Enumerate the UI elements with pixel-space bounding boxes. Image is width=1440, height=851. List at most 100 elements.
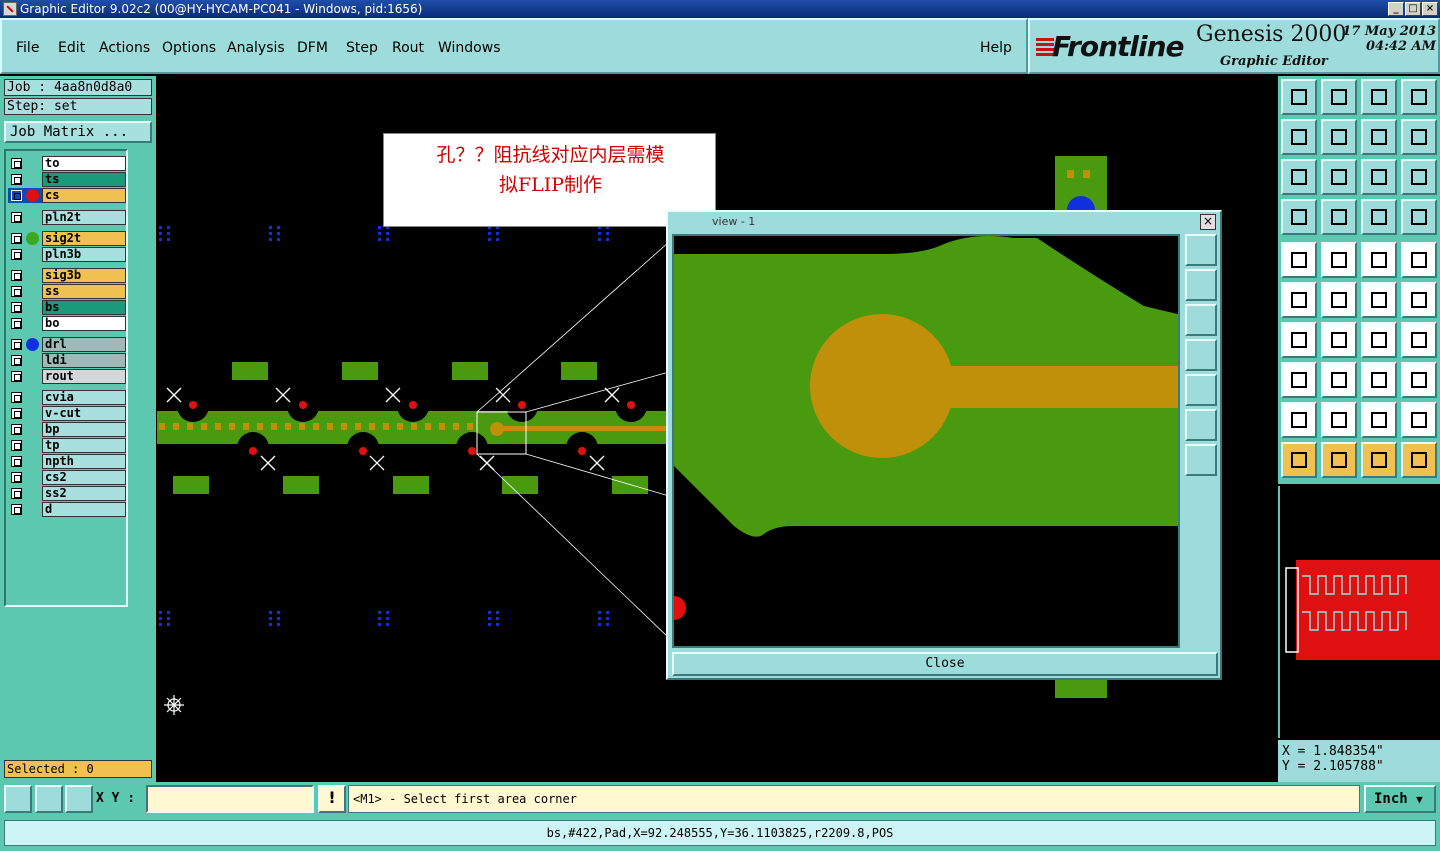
- line-edit-icon[interactable]: [1321, 322, 1357, 358]
- help-icon[interactable]: [1401, 159, 1437, 195]
- move-left-icon[interactable]: [1281, 119, 1317, 155]
- close-feature-icon[interactable]: [1321, 282, 1357, 318]
- menu-file[interactable]: File: [16, 40, 39, 56]
- grid-icon[interactable]: [1321, 199, 1357, 235]
- line-add-icon[interactable]: [1321, 242, 1357, 278]
- layer-checkbox[interactable]: [11, 424, 22, 435]
- view-tool-pan-down-icon[interactable]: [1185, 304, 1217, 336]
- layer-row-to[interactable]: to: [8, 156, 126, 171]
- menu-edit[interactable]: Edit: [58, 40, 85, 56]
- rotate-icon[interactable]: [1361, 322, 1397, 358]
- layer-checkbox[interactable]: [11, 504, 22, 515]
- move-up-icon[interactable]: [1281, 79, 1317, 115]
- layer-checkbox[interactable]: [11, 286, 22, 297]
- view-tool-zoom-out-icon[interactable]: [1185, 444, 1217, 476]
- measure-ruler-icon[interactable]: [1361, 242, 1397, 278]
- triangle-red-icon[interactable]: [1281, 402, 1317, 438]
- menu-analysis[interactable]: Analysis: [227, 40, 285, 56]
- layer-row-ss2[interactable]: ss2: [8, 486, 126, 501]
- layer-checkbox[interactable]: [11, 371, 22, 382]
- layer-row-bs[interactable]: bs: [8, 300, 126, 315]
- view-window-close-icon[interactable]: ×: [1200, 214, 1216, 230]
- menu-dfm[interactable]: DFM: [297, 40, 328, 56]
- menu-options[interactable]: Options: [162, 40, 216, 56]
- triangle-alt-icon[interactable]: [1401, 402, 1437, 438]
- layer-row-bo[interactable]: bo: [8, 316, 126, 331]
- layer-row-pln3b[interactable]: pln3b: [8, 247, 126, 262]
- maximize-button[interactable]: □: [1405, 2, 1421, 16]
- layer-checkbox[interactable]: [11, 249, 22, 260]
- layer-row-v-cut[interactable]: v-cut: [8, 406, 126, 421]
- redo-view-icon[interactable]: [1401, 119, 1437, 155]
- layer-row-drl[interactable]: drl: [8, 337, 126, 352]
- layer-row-tp[interactable]: tp: [8, 438, 126, 453]
- flip-icon[interactable]: [1401, 322, 1437, 358]
- layer-checkbox[interactable]: [11, 408, 22, 419]
- zoom-fit-icon[interactable]: [1281, 159, 1317, 195]
- layer-checkbox[interactable]: [11, 270, 22, 281]
- layer-checkbox[interactable]: [11, 233, 22, 244]
- layer-checkbox[interactable]: [11, 456, 22, 467]
- triangle-blue-icon[interactable]: [1321, 402, 1357, 438]
- unit-selector[interactable]: Inch ▼: [1364, 785, 1436, 813]
- measure-icon[interactable]: [35, 785, 63, 813]
- move-down-icon[interactable]: [1321, 79, 1357, 115]
- home-icon[interactable]: [1361, 79, 1397, 115]
- layer-row-ss[interactable]: ss: [8, 284, 126, 299]
- layer-checkbox[interactable]: [11, 302, 22, 313]
- triangle-arc-icon[interactable]: [1361, 402, 1397, 438]
- layers-toggle-icon[interactable]: [1361, 199, 1397, 235]
- layer-checkbox[interactable]: [11, 212, 22, 223]
- view-close-button[interactable]: Close: [672, 652, 1218, 676]
- layer-row-pln2t[interactable]: pln2t: [8, 210, 126, 225]
- layer-row-cs2[interactable]: cs2: [8, 470, 126, 485]
- layer-checkbox[interactable]: [11, 174, 22, 185]
- layer-checkbox[interactable]: [11, 472, 22, 483]
- zoom-view-canvas[interactable]: [672, 234, 1180, 648]
- job-matrix-button[interactable]: Job Matrix ...: [4, 121, 152, 143]
- menu-windows[interactable]: Windows: [438, 40, 501, 56]
- close-window-button[interactable]: ×: [1422, 2, 1438, 16]
- pointer-select-icon[interactable]: [1281, 442, 1317, 478]
- scale-1-2-icon[interactable]: [1361, 159, 1397, 195]
- split-view-icon[interactable]: [1401, 79, 1437, 115]
- move-right-icon[interactable]: [1321, 119, 1357, 155]
- view-tool-zoom-in-icon[interactable]: [1185, 234, 1217, 266]
- layer-checkbox[interactable]: [11, 488, 22, 499]
- settings-icon[interactable]: [1281, 199, 1317, 235]
- arc-add-icon[interactable]: [1361, 282, 1397, 318]
- view-tool-zoom-fit-icon[interactable]: [1185, 409, 1217, 441]
- minimize-button[interactable]: _: [1388, 2, 1404, 16]
- layer-row-sig3b[interactable]: sig3b: [8, 268, 126, 283]
- fit-box-icon[interactable]: [1361, 362, 1397, 398]
- menu-actions[interactable]: Actions: [99, 40, 150, 56]
- menu-help[interactable]: Help: [980, 40, 1012, 56]
- pointer-area-icon[interactable]: [1361, 442, 1397, 478]
- xy-input[interactable]: [146, 785, 314, 813]
- stretch-icon[interactable]: [1321, 362, 1357, 398]
- layer-row-npth[interactable]: npth: [8, 454, 126, 469]
- layer-checkbox[interactable]: [11, 158, 22, 169]
- layer-checkbox[interactable]: [11, 190, 22, 201]
- layer-row-bp[interactable]: bp: [8, 422, 126, 437]
- arc-edit-icon[interactable]: [1401, 282, 1437, 318]
- overview-minimap[interactable]: [1278, 486, 1440, 738]
- layer-row-cvia[interactable]: cvia: [8, 390, 126, 405]
- layer-checkbox[interactable]: [11, 440, 22, 451]
- layer-row-rout[interactable]: rout: [8, 369, 126, 384]
- layer-row-cs[interactable]: cs: [8, 188, 126, 203]
- layer-row-ldi[interactable]: ldi: [8, 353, 126, 368]
- undo-view-icon[interactable]: [1361, 119, 1397, 155]
- net-icon[interactable]: [1281, 282, 1317, 318]
- angle-icon[interactable]: [1281, 322, 1317, 358]
- view-tool-pan-left-icon[interactable]: [1185, 339, 1217, 371]
- features-toggle-icon[interactable]: [1401, 199, 1437, 235]
- route-select-icon[interactable]: [1401, 442, 1437, 478]
- layer-checkbox[interactable]: [11, 355, 22, 366]
- zoom-window-icon[interactable]: [4, 785, 32, 813]
- alert-icon[interactable]: !: [318, 785, 346, 813]
- snap-grid-icon[interactable]: [65, 785, 93, 813]
- zoom-home-icon[interactable]: [1321, 159, 1357, 195]
- view-tool-pan-up-icon[interactable]: [1185, 269, 1217, 301]
- bubble-icon[interactable]: [1401, 362, 1437, 398]
